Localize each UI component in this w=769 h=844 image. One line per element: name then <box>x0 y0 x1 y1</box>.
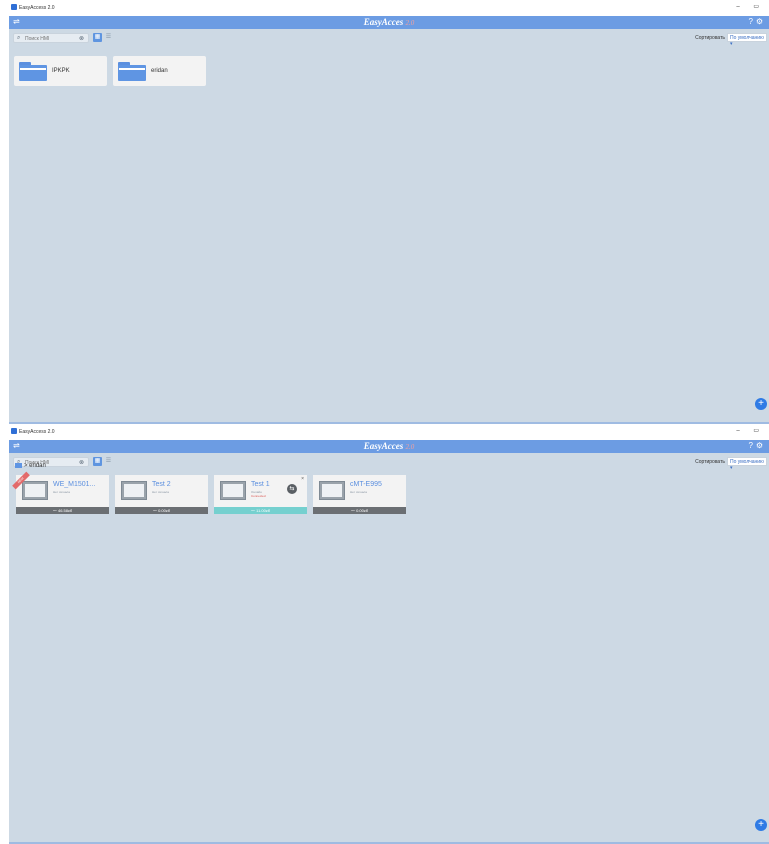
brand-logo: EasyAcces 2.0 <box>9 441 769 451</box>
hmi-status: Нет сигнала <box>350 490 367 494</box>
window-controls[interactable]: – ▭ <box>736 427 765 434</box>
easyaccess-window-folders: EasyAccess 2.0 – ▭ ⇌ EasyAcces 2.0 ? ⚙ ⌕… <box>9 0 769 424</box>
traffic-value: 11.00кб <box>256 508 270 513</box>
window-controls[interactable]: – ▭ <box>736 3 765 10</box>
search-input[interactable] <box>25 36 75 42</box>
folder-name: IPKPK <box>52 68 70 74</box>
sort-select[interactable]: По умолчанию ▾ <box>727 33 767 47</box>
folder-icon <box>118 62 146 81</box>
add-button[interactable]: + <box>755 398 767 410</box>
help-icon[interactable]: ? <box>749 17 753 26</box>
folder-card[interactable]: IPKPK <box>14 56 107 86</box>
clear-icon[interactable]: ⊗ <box>79 459 84 466</box>
window-title: EasyAccess 2.0 <box>19 5 55 11</box>
hmi-screen-icon <box>319 481 345 500</box>
traffic-icon: 〜 <box>52 508 57 513</box>
traffic-bar: 〜 46.58кб <box>16 507 109 514</box>
brand-version: 2.0 <box>405 19 415 27</box>
clear-icon[interactable]: ⊗ <box>79 35 84 42</box>
hmi-name: cMT-E995 <box>350 481 382 488</box>
brand-logo: EasyAcces 2.0 <box>9 17 769 27</box>
search-box[interactable]: ⌕ ⊗ <box>13 33 89 43</box>
folder-icon[interactable] <box>15 463 22 468</box>
traffic-icon: 〜 <box>152 508 157 513</box>
hmi-screen-icon <box>220 481 246 500</box>
traffic-value: 0.00кб <box>158 508 171 513</box>
connection-button[interactable]: ⇆ <box>287 484 297 494</box>
hmi-connection-status: Connected <box>251 494 266 498</box>
gear-icon[interactable]: ⚙ <box>756 17 763 26</box>
sort-label: Сортировать <box>695 459 725 465</box>
toolbar: ⌕ ⊗ ▦ ☰ Сортировать По умолчанию ▾ <box>9 455 769 471</box>
hmi-card[interactable]: cMT-E995 Нет сигнала 〜 0.00кб <box>313 475 406 514</box>
close-icon[interactable]: × <box>301 476 304 482</box>
hmi-card[interactable]: WE_M1501... Нет сигнала NEW 〜 46.58кб <box>12 471 109 514</box>
traffic-bar: 〜 0.00кб <box>313 507 406 514</box>
window-titlebar: EasyAccess 2.0 – ▭ <box>9 424 769 440</box>
traffic-bar: 〜 0.00кб <box>115 507 208 514</box>
traffic-value: 0.00кб <box>356 508 369 513</box>
hmi-card[interactable]: Test 2 Нет сигнала 〜 0.00кб <box>115 475 208 514</box>
brand-version: 2.0 <box>405 443 415 451</box>
list-view-button[interactable]: ☰ <box>104 457 113 466</box>
traffic-bar: 〜 11.00кб <box>214 507 307 514</box>
toolbar: ⌕ ⊗ ▦ ☰ Сортировать По умолчанию ▾ <box>9 31 769 47</box>
hmi-screen-icon <box>121 481 147 500</box>
breadcrumb-path[interactable]: > eridan <box>24 463 46 469</box>
hmi-screen-icon <box>22 481 48 500</box>
easyaccess-window-hmis: EasyAccess 2.0 – ▭ ⇌ EasyAcces 2.0 ? ⚙ ⌕… <box>9 424 769 844</box>
window-title: EasyAccess 2.0 <box>19 429 55 435</box>
brand-text: EasyAcces <box>363 441 404 451</box>
hmi-name: Test 2 <box>152 481 171 488</box>
brand-text: EasyAcces <box>363 17 404 27</box>
add-button[interactable]: + <box>755 819 767 831</box>
traffic-icon: 〜 <box>251 508 256 513</box>
gear-icon[interactable]: ⚙ <box>756 441 763 450</box>
hmi-card[interactable]: Test 1 Онлайн Connected × ⇆ 〜 11.00кб <box>214 475 307 514</box>
app-header: ⇌ EasyAcces 2.0 ? ⚙ <box>9 440 769 453</box>
help-icon[interactable]: ? <box>749 441 753 450</box>
grid-view-button[interactable]: ▦ <box>93 457 102 466</box>
app-header: ⇌ EasyAcces 2.0 ? ⚙ <box>9 16 769 29</box>
hmi-status: Нет сигнала <box>152 490 169 494</box>
grid-view-button[interactable]: ▦ <box>93 33 102 42</box>
traffic-value: 46.58кб <box>57 508 73 513</box>
breadcrumb: > eridan <box>15 463 46 469</box>
window-titlebar: EasyAccess 2.0 – ▭ <box>9 0 769 16</box>
app-icon <box>11 428 17 434</box>
folder-icon <box>19 62 47 81</box>
hmi-name: WE_M1501... <box>53 481 96 488</box>
sort-label: Сортировать <box>695 35 725 41</box>
traffic-icon: 〜 <box>350 508 355 513</box>
list-view-button[interactable]: ☰ <box>104 33 113 42</box>
folder-card[interactable]: eridan <box>113 56 206 86</box>
sort-select[interactable]: По умолчанию ▾ <box>727 457 767 471</box>
app-icon <box>11 4 17 10</box>
folder-name: eridan <box>151 68 168 74</box>
hmi-status: Нет сигнала <box>53 490 70 494</box>
hmi-name: Test 1 <box>251 481 270 488</box>
search-icon: ⌕ <box>17 35 21 41</box>
